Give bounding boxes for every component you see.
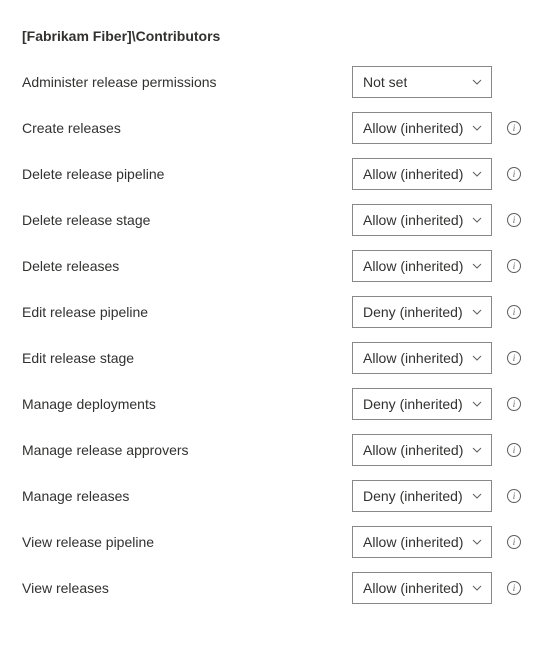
info-cell: i <box>500 397 528 411</box>
permission-label: Manage releases <box>22 488 352 504</box>
dropdown-value: Allow (inherited) <box>363 212 463 228</box>
dropdown-value: Deny (inherited) <box>363 304 463 320</box>
permission-label: Manage release approvers <box>22 442 352 458</box>
permission-label: Edit release stage <box>22 350 352 366</box>
permission-row: Manage deployments Deny (inherited) i <box>22 388 526 420</box>
chevron-down-icon <box>471 582 483 594</box>
dropdown-value: Allow (inherited) <box>363 442 463 458</box>
dropdown-value: Allow (inherited) <box>363 350 463 366</box>
chevron-down-icon <box>471 352 483 364</box>
info-icon[interactable]: i <box>507 397 521 411</box>
info-cell: i <box>500 581 528 595</box>
chevron-down-icon <box>471 122 483 134</box>
permission-row: Delete releases Allow (inherited) i <box>22 250 526 282</box>
permission-dropdown[interactable]: Allow (inherited) <box>352 204 492 236</box>
chevron-down-icon <box>471 76 483 88</box>
info-icon[interactable]: i <box>507 213 521 227</box>
info-cell: i <box>500 489 528 503</box>
info-icon[interactable]: i <box>507 581 521 595</box>
dropdown-value: Allow (inherited) <box>363 534 463 550</box>
permission-row: Edit release stage Allow (inherited) i <box>22 342 526 374</box>
chevron-down-icon <box>471 490 483 502</box>
info-icon[interactable]: i <box>507 305 521 319</box>
page-title: [Fabrikam Fiber]\Contributors <box>22 28 526 44</box>
permission-dropdown[interactable]: Allow (inherited) <box>352 434 492 466</box>
permission-dropdown[interactable]: Allow (inherited) <box>352 526 492 558</box>
info-cell: i <box>500 305 528 319</box>
info-cell: i <box>500 213 528 227</box>
permission-dropdown[interactable]: Allow (inherited) <box>352 250 492 282</box>
dropdown-value: Allow (inherited) <box>363 120 463 136</box>
permission-row: Delete release pipeline Allow (inherited)… <box>22 158 526 190</box>
permission-dropdown[interactable]: Allow (inherited) <box>352 158 492 190</box>
info-cell: i <box>500 121 528 135</box>
permission-label: Create releases <box>22 120 352 136</box>
info-icon[interactable]: i <box>507 167 521 181</box>
permission-dropdown[interactable]: Deny (inherited) <box>352 296 492 328</box>
dropdown-value: Deny (inherited) <box>363 488 463 504</box>
chevron-down-icon <box>471 536 483 548</box>
permission-label: Delete release stage <box>22 212 352 228</box>
chevron-down-icon <box>471 306 483 318</box>
info-icon[interactable]: i <box>507 489 521 503</box>
info-cell: i <box>500 259 528 273</box>
permission-label: Delete release pipeline <box>22 166 352 182</box>
permission-row: Edit release pipeline Deny (inherited) i <box>22 296 526 328</box>
permission-dropdown[interactable]: Allow (inherited) <box>352 342 492 374</box>
dropdown-value: Allow (inherited) <box>363 166 463 182</box>
dropdown-value: Allow (inherited) <box>363 258 463 274</box>
chevron-down-icon <box>471 444 483 456</box>
chevron-down-icon <box>471 398 483 410</box>
permission-dropdown[interactable]: Allow (inherited) <box>352 572 492 604</box>
chevron-down-icon <box>471 168 483 180</box>
permission-row: Manage release approvers Allow (inherited… <box>22 434 526 466</box>
permission-label: Manage deployments <box>22 396 352 412</box>
permission-label: Delete releases <box>22 258 352 274</box>
chevron-down-icon <box>471 260 483 272</box>
chevron-down-icon <box>471 214 483 226</box>
permission-dropdown[interactable]: Not set <box>352 66 492 98</box>
dropdown-value: Deny (inherited) <box>363 396 463 412</box>
permission-label: Edit release pipeline <box>22 304 352 320</box>
permission-dropdown[interactable]: Deny (inherited) <box>352 388 492 420</box>
info-cell: i <box>500 535 528 549</box>
permission-row: Administer release permissions Not set <box>22 66 526 98</box>
info-cell: i <box>500 351 528 365</box>
dropdown-value: Not set <box>363 74 407 90</box>
permission-row: Delete release stage Allow (inherited) i <box>22 204 526 236</box>
permission-row: Manage releases Deny (inherited) i <box>22 480 526 512</box>
dropdown-value: Allow (inherited) <box>363 580 463 596</box>
permission-row: View releases Allow (inherited) i <box>22 572 526 604</box>
permissions-list: Administer release permissions Not set Cre… <box>22 66 526 604</box>
info-icon[interactable]: i <box>507 259 521 273</box>
info-cell: i <box>500 167 528 181</box>
permission-row: View release pipeline Allow (inherited) i <box>22 526 526 558</box>
info-icon[interactable]: i <box>507 351 521 365</box>
permission-dropdown[interactable]: Allow (inherited) <box>352 112 492 144</box>
permission-label: View release pipeline <box>22 534 352 550</box>
permission-dropdown[interactable]: Deny (inherited) <box>352 480 492 512</box>
info-icon[interactable]: i <box>507 535 521 549</box>
info-cell: i <box>500 443 528 457</box>
permission-row: Create releases Allow (inherited) i <box>22 112 526 144</box>
info-icon[interactable]: i <box>507 443 521 457</box>
permission-label: View releases <box>22 580 352 596</box>
permission-label: Administer release permissions <box>22 74 352 90</box>
info-icon[interactable]: i <box>507 121 521 135</box>
